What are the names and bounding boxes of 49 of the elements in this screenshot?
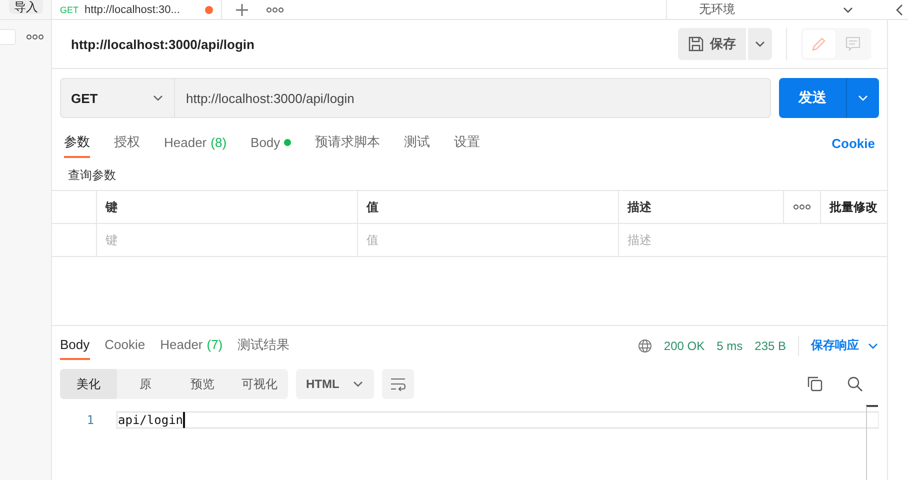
more-icon[interactable] (266, 6, 284, 14)
request-tab[interactable]: Header (8) (164, 128, 227, 158)
view-mode-tab[interactable]: 预览 (174, 369, 231, 399)
section-title: 查询参数 (67, 167, 117, 184)
save-response-button[interactable]: 保存响应 (811, 337, 879, 354)
chevron-left-icon[interactable] (896, 4, 904, 16)
url-field[interactable]: http://localhost:3000/api/login (175, 78, 771, 118)
save-icon (688, 36, 704, 52)
column-header: 值 (357, 190, 618, 224)
cookie-link[interactable]: Cookie (832, 128, 875, 158)
format-dropdown[interactable]: HTML (296, 369, 374, 399)
method-dropdown[interactable]: GET (60, 78, 175, 118)
search-icon[interactable] (847, 376, 863, 392)
globe-icon[interactable] (638, 338, 652, 352)
wrap-lines-button[interactable] (382, 369, 414, 399)
import-button[interactable]: 导入 (9, 0, 43, 14)
response-tab[interactable]: Body (60, 331, 90, 360)
wrap-lines-icon (390, 377, 406, 391)
comment-icon (845, 36, 861, 52)
response-size: 235 B (754, 338, 786, 352)
request-title: http://localhost:3000/api/login (71, 36, 254, 52)
more-icon[interactable] (792, 203, 810, 211)
pencil-icon (811, 36, 827, 52)
request-tab[interactable]: 设置 (454, 128, 480, 158)
response-tab[interactable]: Header (7) (160, 331, 223, 360)
environment-dropdown[interactable]: 无环境 (666, 0, 866, 19)
column-header: 键 (96, 190, 357, 224)
plus-icon[interactable] (236, 4, 248, 16)
view-mode-tab[interactable]: 可视化 (231, 369, 288, 399)
bulk-edit-button[interactable]: 批量修改 (820, 190, 887, 224)
more-icon[interactable] (26, 33, 44, 41)
request-tab[interactable]: 授权 (114, 128, 140, 158)
request-tab[interactable]: 参数 (64, 128, 90, 158)
tab-title: http://localhost:30... (84, 4, 180, 16)
method-label: GET (60, 4, 79, 14)
response-tab[interactable]: Cookie (104, 331, 146, 360)
line-number: 1 (86, 413, 95, 427)
request-tab[interactable]: 测试 (404, 128, 430, 158)
response-tab[interactable]: 测试结果 (238, 331, 290, 360)
column-header: 描述 (618, 190, 783, 224)
save-button[interactable]: 保存 (678, 28, 746, 60)
request-tab[interactable]: Body (250, 128, 292, 158)
view-mode-tab[interactable]: 美化 (60, 369, 117, 399)
status-code: 200 OK (664, 338, 705, 352)
view-mode-tab[interactable]: 原 (117, 369, 174, 399)
copy-icon[interactable] (807, 376, 823, 392)
search-field[interactable] (0, 29, 16, 45)
request-tab[interactable]: 预请求脚本 (315, 128, 380, 158)
response-time: 5 ms (716, 338, 743, 352)
